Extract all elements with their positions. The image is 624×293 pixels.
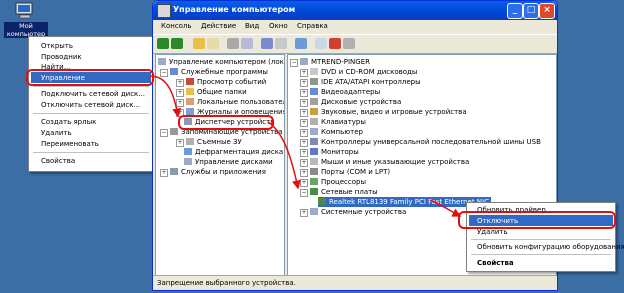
arrow-to-disable	[429, 199, 462, 217]
arrow-to-network-card	[267, 121, 301, 190]
instruction-arrows	[149, 75, 462, 217]
arrow-to-device-manager	[149, 75, 182, 118]
